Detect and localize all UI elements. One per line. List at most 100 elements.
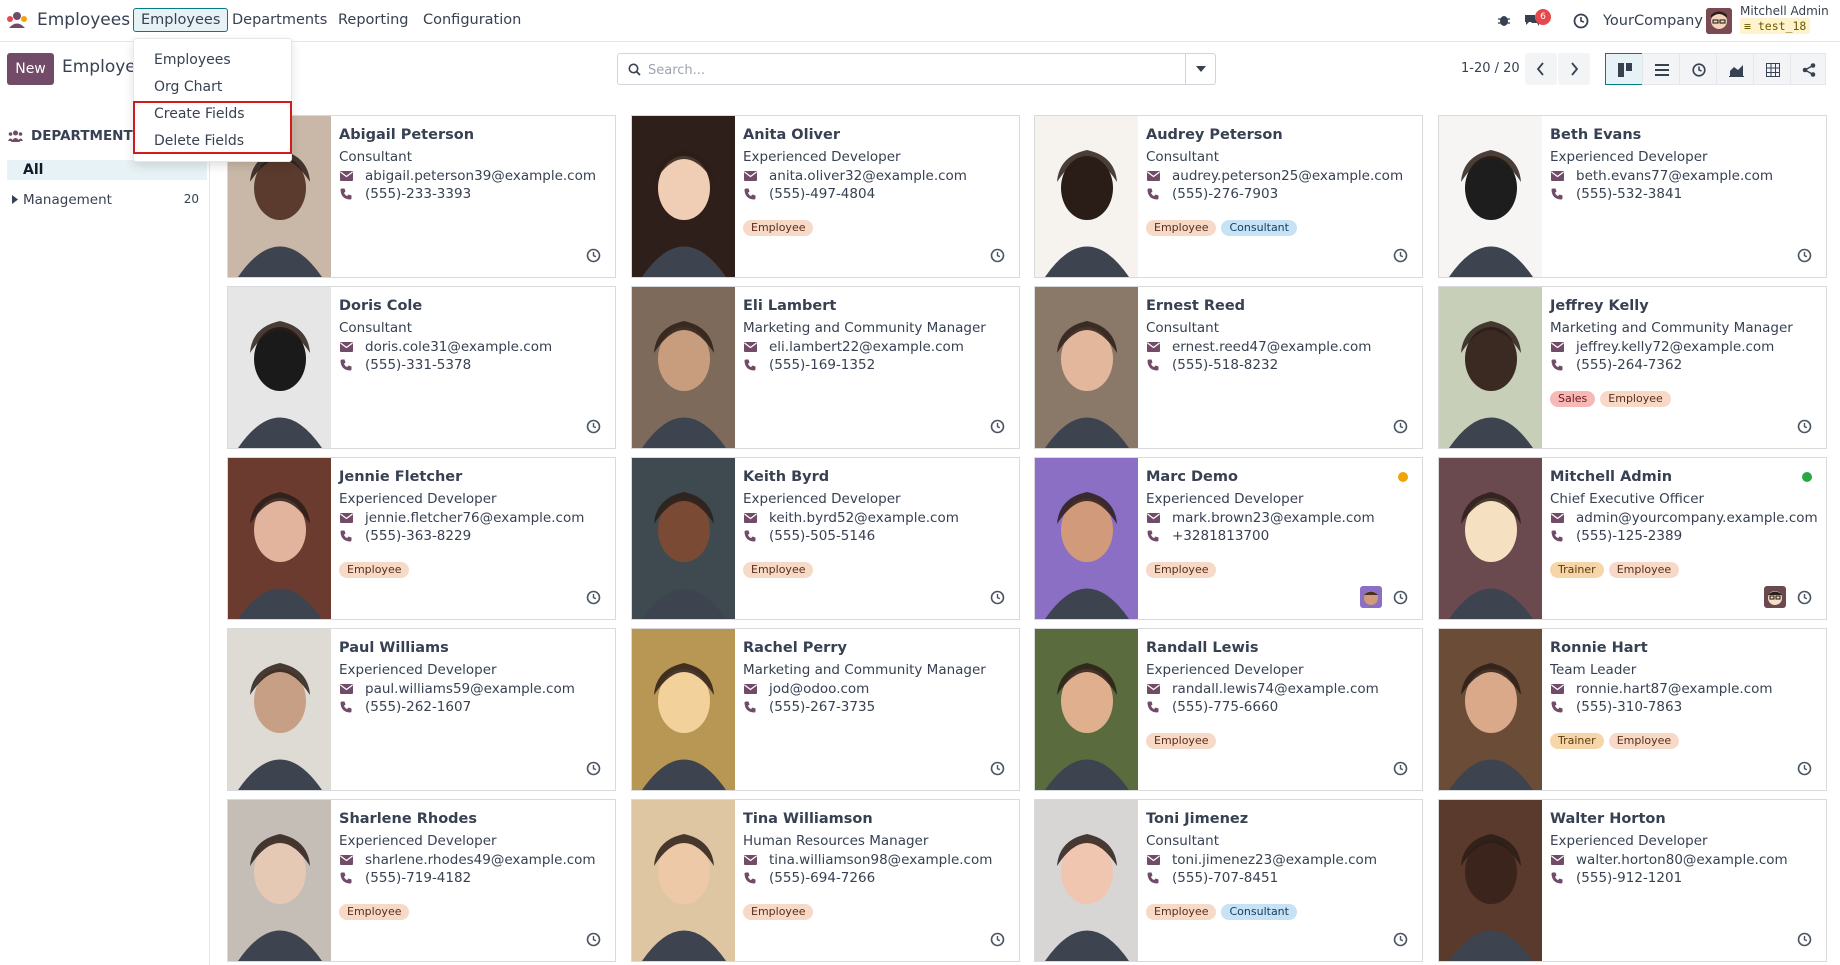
activity-clock-icon[interactable] <box>1393 248 1408 263</box>
employee-card[interactable]: Ronnie Hart Team Leader ronnie.hart87@ex… <box>1438 628 1827 791</box>
debug-bug-icon[interactable] <box>1497 13 1511 27</box>
activity-clock-icon[interactable] <box>1393 932 1408 947</box>
activity-clock-icon[interactable] <box>990 932 1005 947</box>
activity-clock-icon[interactable] <box>1393 590 1408 605</box>
employee-card[interactable]: Ernest Reed Consultant ernest.reed47@exa… <box>1034 286 1423 449</box>
employee-email-row: doris.cole31@example.com <box>339 339 552 355</box>
pager-next-button[interactable] <box>1558 53 1590 85</box>
activity-clock-icon[interactable] <box>1573 13 1589 29</box>
employee-name[interactable]: Abigail Peterson <box>339 127 474 143</box>
clock-icon <box>1692 63 1706 77</box>
employees-app-icon[interactable] <box>6 11 28 29</box>
employee-card[interactable]: Randall Lewis Experienced Developer rand… <box>1034 628 1423 791</box>
employee-name[interactable]: Jennie Fletcher <box>339 469 462 485</box>
users-icon <box>8 130 23 142</box>
view-kanban-button[interactable] <box>1605 53 1643 85</box>
employee-card[interactable]: Marc Demo Experienced Developer mark.bro… <box>1034 457 1423 620</box>
app-name[interactable]: Employees <box>37 10 130 30</box>
employee-card[interactable]: Toni Jimenez Consultant toni.jimenez23@e… <box>1034 799 1423 962</box>
activity-clock-icon[interactable] <box>1797 932 1812 947</box>
employee-card[interactable]: Mitchell Admin Chief Executive Officer a… <box>1438 457 1827 620</box>
dropdown-item-org-chart[interactable]: Org Chart <box>154 79 222 95</box>
employee-name[interactable]: Marc Demo <box>1146 469 1238 485</box>
employee-job-title: Experienced Developer <box>743 491 901 507</box>
activity-clock-icon[interactable] <box>990 590 1005 605</box>
employee-name[interactable]: Sharlene Rhodes <box>339 811 477 827</box>
employee-name[interactable]: Keith Byrd <box>743 469 829 485</box>
employee-name[interactable]: Rachel Perry <box>743 640 847 656</box>
activity-clock-icon[interactable] <box>586 419 601 434</box>
employee-name[interactable]: Randall Lewis <box>1146 640 1259 656</box>
sidebar-item-all[interactable]: All <box>7 160 207 180</box>
employee-card[interactable]: Jeffrey Kelly Marketing and Community Ma… <box>1438 286 1827 449</box>
employee-card[interactable]: Walter Horton Experienced Developer walt… <box>1438 799 1827 962</box>
sidebar-item-management[interactable]: Management 20 <box>12 192 199 208</box>
activity-clock-icon[interactable] <box>990 248 1005 263</box>
employee-name[interactable]: Ernest Reed <box>1146 298 1245 314</box>
employee-name[interactable]: Paul Williams <box>339 640 449 656</box>
view-hierarchy-button[interactable] <box>1790 53 1826 85</box>
view-pivot-button[interactable] <box>1753 53 1791 85</box>
user-name[interactable]: Mitchell Admin <box>1740 4 1829 18</box>
activity-clock-icon[interactable] <box>1797 419 1812 434</box>
dropdown-item-delete-fields[interactable]: Delete Fields <box>154 133 244 149</box>
activity-clock-icon[interactable] <box>990 761 1005 776</box>
employee-card[interactable]: Paul Williams Experienced Developer paul… <box>227 628 616 791</box>
employee-name[interactable]: Eli Lambert <box>743 298 836 314</box>
employee-card[interactable]: Jennie Fletcher Experienced Developer je… <box>227 457 616 620</box>
menu-reporting[interactable]: Reporting <box>338 12 409 28</box>
view-graph-button[interactable] <box>1716 53 1754 85</box>
pager-value[interactable]: 1-20 / 20 <box>1461 61 1520 76</box>
employee-name[interactable]: Jeffrey Kelly <box>1550 298 1649 314</box>
employee-name[interactable]: Walter Horton <box>1550 811 1666 827</box>
employee-card[interactable]: Keith Byrd Experienced Developer keith.b… <box>631 457 1020 620</box>
employee-name[interactable]: Tina Williamson <box>743 811 873 827</box>
activity-clock-icon[interactable] <box>1797 761 1812 776</box>
activity-clock-icon[interactable] <box>1797 248 1812 263</box>
menu-employees[interactable]: Employees <box>133 8 229 32</box>
employee-name[interactable]: Audrey Peterson <box>1146 127 1283 143</box>
employee-card[interactable]: Rachel Perry Marketing and Community Man… <box>631 628 1020 791</box>
activity-clock-icon[interactable] <box>1393 761 1408 776</box>
user-avatar[interactable] <box>1360 586 1382 608</box>
search-options-toggle[interactable] <box>1185 54 1215 84</box>
envelope-icon <box>1146 341 1160 353</box>
employee-card[interactable]: Sharlene Rhodes Experienced Developer sh… <box>227 799 616 962</box>
activity-clock-icon[interactable] <box>1393 419 1408 434</box>
employee-name[interactable]: Toni Jimenez <box>1146 811 1248 827</box>
employee-name[interactable]: Anita Oliver <box>743 127 840 143</box>
activity-clock-icon[interactable] <box>990 419 1005 434</box>
employee-name[interactable]: Mitchell Admin <box>1550 469 1672 485</box>
activity-clock-icon[interactable] <box>586 761 601 776</box>
employee-card[interactable]: Audrey Peterson Consultant audrey.peters… <box>1034 115 1423 278</box>
company-switcher[interactable]: YourCompany <box>1603 13 1703 29</box>
employee-name[interactable]: Ronnie Hart <box>1550 640 1648 656</box>
employee-card[interactable]: Tina Williamson Human Resources Manager … <box>631 799 1020 962</box>
menu-configuration[interactable]: Configuration <box>423 12 521 28</box>
envelope-icon <box>1550 854 1564 866</box>
activity-clock-icon[interactable] <box>586 248 601 263</box>
search-input[interactable] <box>648 60 1168 80</box>
view-list-button[interactable] <box>1642 53 1680 85</box>
user-avatar[interactable] <box>1764 586 1786 608</box>
employee-card[interactable]: Beth Evans Experienced Developer beth.ev… <box>1438 115 1827 278</box>
view-activity-button[interactable] <box>1679 53 1717 85</box>
new-button[interactable]: New <box>7 53 54 85</box>
employee-name[interactable]: Doris Cole <box>339 298 422 314</box>
dropdown-item-employees[interactable]: Employees <box>154 52 231 68</box>
dropdown-item-create-fields[interactable]: Create Fields <box>154 106 245 122</box>
pager-previous-button[interactable] <box>1525 53 1557 85</box>
employee-email-row: jeffrey.kelly72@example.com <box>1550 339 1774 355</box>
employee-name[interactable]: Beth Evans <box>1550 127 1641 143</box>
activity-clock-icon[interactable] <box>586 932 601 947</box>
employee-card[interactable]: Doris Cole Consultant doris.cole31@examp… <box>227 286 616 449</box>
caret-right-icon[interactable] <box>12 195 18 204</box>
employee-email-row: eli.lambert22@example.com <box>743 339 964 355</box>
employee-job-title: Consultant <box>339 149 412 165</box>
menu-departments[interactable]: Departments <box>232 12 327 28</box>
activity-clock-icon[interactable] <box>586 590 601 605</box>
employee-card[interactable]: Eli Lambert Marketing and Community Mana… <box>631 286 1020 449</box>
activity-clock-icon[interactable] <box>1797 590 1812 605</box>
user-avatar[interactable] <box>1706 8 1732 34</box>
employee-card[interactable]: Anita Oliver Experienced Developer anita… <box>631 115 1020 278</box>
